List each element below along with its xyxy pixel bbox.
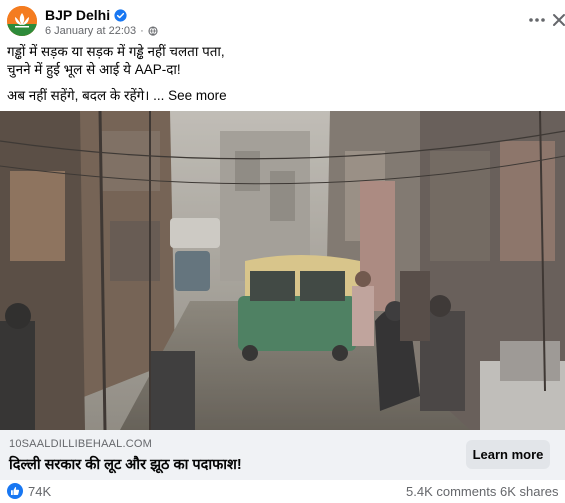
globe-icon xyxy=(148,26,158,36)
post-text-line-2: चुनने में हुई भूल से आई ये AAP-दा! xyxy=(7,62,181,77)
author-row: BJP Delhi xyxy=(45,7,127,23)
learn-more-button[interactable]: Learn more xyxy=(466,440,550,469)
post-text-line-3: अब नहीं सहेंगे, बदल के रहेंगे। ... xyxy=(7,88,165,103)
engagement-bar: 74K 5.4K comments 6K shares xyxy=(0,481,565,503)
post-meta: 6 January at 22:03 · xyxy=(45,24,158,38)
post-text-line-1: गड्ढों में सड़क या सड़क में गड्ढे नहीं च… xyxy=(7,44,225,59)
comment-count[interactable]: 5.4K comments xyxy=(406,484,496,499)
like-reaction-icon[interactable] xyxy=(7,483,23,499)
post-text: गड्ढों में सड़क या सड़क में गड्ढे नहीं च… xyxy=(7,43,547,105)
close-icon[interactable] xyxy=(551,12,565,28)
link-headline[interactable]: दिल्ली सरकार की लूट और झूठ का पदाफाश! xyxy=(9,454,242,474)
page-avatar[interactable] xyxy=(7,6,37,36)
more-options-icon[interactable] xyxy=(527,12,547,28)
see-more-link[interactable]: See more xyxy=(168,88,227,103)
verified-badge-icon xyxy=(114,8,127,22)
meta-separator: · xyxy=(140,25,144,37)
bjp-lotus-logo xyxy=(7,6,37,36)
link-domain: 10SAALDILLIBEHAAL.COM xyxy=(9,438,152,450)
post-header: BJP Delhi 6 January at 22:03 · xyxy=(0,0,565,42)
link-preview[interactable]: 10SAALDILLIBEHAAL.COM दिल्ली सरकार की लू… xyxy=(0,430,565,480)
street-scene-image xyxy=(0,111,565,430)
post-card: BJP Delhi 6 January at 22:03 · गड्ढों मे… xyxy=(0,0,565,503)
post-text-line-3-wrap: अब नहीं सहेंगे, बदल के रहेंगे। ... See m… xyxy=(7,87,547,105)
share-count[interactable]: 6K shares xyxy=(500,484,559,499)
post-video-thumbnail[interactable] xyxy=(0,111,565,430)
page-name[interactable]: BJP Delhi xyxy=(45,7,110,23)
like-count[interactable]: 74K xyxy=(28,484,51,499)
post-timestamp[interactable]: 6 January at 22:03 xyxy=(45,25,136,37)
